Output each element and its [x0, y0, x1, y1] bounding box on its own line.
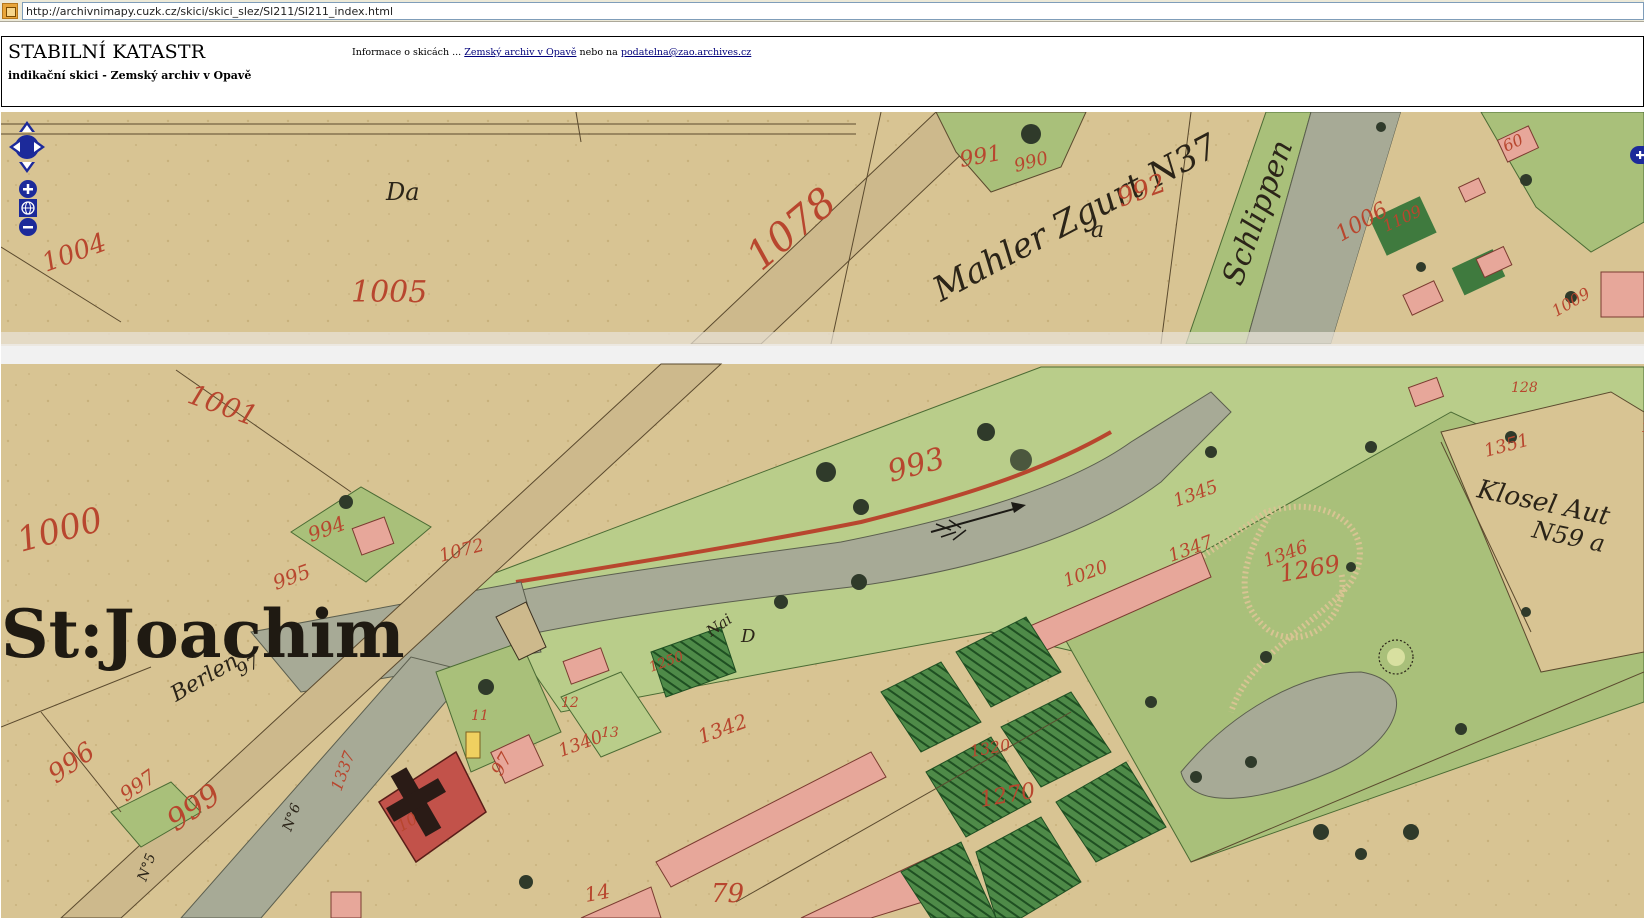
archive-link[interactable]: Zemský archiv v Opavě	[464, 47, 576, 58]
pan-control[interactable]	[9, 121, 45, 173]
layer-switcher[interactable]	[1630, 146, 1644, 164]
email-link[interactable]: podatelna@zao.archives.cz	[621, 47, 751, 58]
map-viewport[interactable]: St:Joachim Mahler Zgurt N37 Schlippen Kl…	[1, 112, 1644, 918]
url-field[interactable]: http://archivnimapy.cuzk.cz/skici/skici_…	[22, 1, 1644, 20]
parcel-number: 13	[601, 725, 619, 741]
parcel-number: 1005	[351, 275, 427, 310]
zoom-control[interactable]	[17, 180, 39, 236]
parcel-number: 79	[711, 879, 744, 909]
parcel-number: 11	[471, 708, 489, 724]
layer-plus-icon[interactable]	[1630, 146, 1644, 164]
map-label-da: Da	[385, 178, 420, 206]
globe-icon[interactable]	[19, 199, 37, 217]
info-line: Informace o skicách ... Zemský archiv v …	[352, 47, 751, 58]
cadastral-map[interactable]: St:Joachim Mahler Zgurt N37 Schlippen Kl…	[1, 112, 1644, 918]
page-subtitle: indikační skici - Zemský archiv v Opavě	[8, 69, 252, 82]
page-favicon-icon	[2, 2, 18, 19]
page-title: STABILNÍ KATASTR	[8, 41, 206, 63]
map-label-place: St:Joachim	[1, 595, 405, 673]
minus-icon[interactable]	[19, 218, 37, 236]
map-label-a: a	[1091, 218, 1104, 243]
browser-address-bar: http://archivnimapy.cuzk.cz/skici/skici_…	[0, 0, 1644, 22]
parcel-number: 12	[561, 695, 579, 711]
info-middle: nebo na	[579, 47, 618, 58]
pan-arrows-icon[interactable]	[9, 121, 45, 173]
parcel-number: 128	[1511, 380, 1538, 396]
page-header: STABILNÍ KATASTR indikační skici - Zemsk…	[1, 36, 1644, 107]
map-label-d: D	[740, 626, 756, 647]
parcel-number: 14	[583, 879, 612, 907]
plus-icon[interactable]	[19, 180, 37, 198]
info-prefix: Informace o skicách ...	[352, 47, 462, 58]
